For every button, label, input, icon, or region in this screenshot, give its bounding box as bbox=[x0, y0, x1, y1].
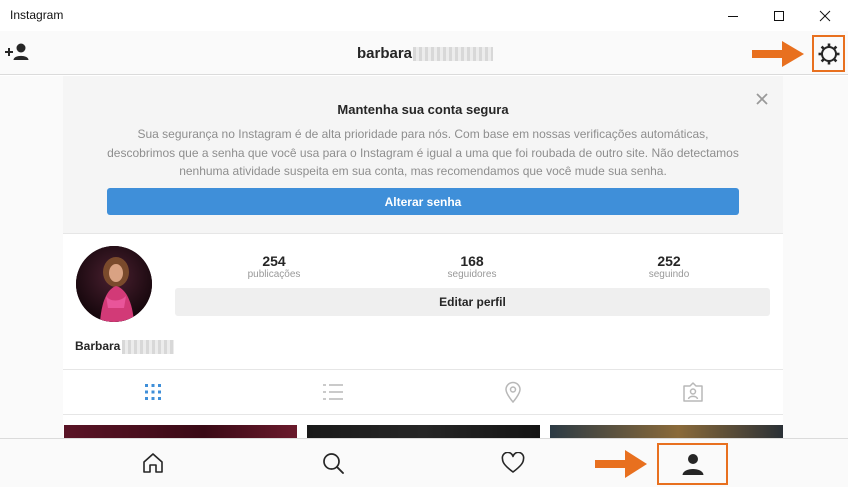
stat-value: 252 bbox=[657, 253, 681, 269]
minimize-button[interactable] bbox=[710, 0, 756, 31]
orange-arrow-icon bbox=[752, 41, 804, 67]
nav-activity[interactable] bbox=[493, 439, 533, 487]
stat-value: 168 bbox=[460, 253, 484, 269]
edit-profile-button[interactable]: Editar perfil bbox=[175, 288, 770, 316]
stat-following[interactable]: 252 seguindo bbox=[609, 253, 729, 280]
post-thumbnail[interactable] bbox=[64, 425, 297, 438]
window-titlebar: Instagram bbox=[0, 0, 848, 31]
close-icon bbox=[819, 10, 831, 21]
app-header: barbara bbox=[0, 31, 848, 75]
profile-column: Mantenha sua conta segura Sua segurança … bbox=[63, 76, 783, 438]
add-person-button[interactable] bbox=[4, 41, 32, 63]
profile-full-name: Barbara bbox=[75, 339, 175, 354]
nav-search[interactable] bbox=[313, 439, 353, 487]
tab-list[interactable] bbox=[243, 370, 423, 414]
profile-content: Mantenha sua conta segura Sua segurança … bbox=[0, 76, 848, 438]
tab-grid[interactable] bbox=[63, 370, 243, 414]
nav-profile[interactable] bbox=[657, 443, 728, 485]
bottom-navigation bbox=[0, 438, 848, 487]
redacted-text bbox=[122, 339, 175, 354]
redacted-text bbox=[413, 47, 494, 62]
stat-label: seguidores bbox=[447, 269, 497, 280]
post-thumbnail[interactable] bbox=[550, 425, 783, 438]
profile-username: barbara bbox=[357, 45, 494, 62]
gear-icon bbox=[818, 43, 839, 64]
stat-label: publicações bbox=[247, 269, 301, 280]
search-icon bbox=[323, 453, 344, 474]
username-text: barbara bbox=[357, 45, 413, 62]
security-alert: Mantenha sua conta segura Sua segurança … bbox=[63, 76, 783, 234]
stat-posts[interactable]: 254 publicações bbox=[214, 253, 334, 280]
minimize-icon bbox=[728, 15, 738, 17]
post-thumbnail[interactable] bbox=[307, 425, 540, 438]
close-window-button[interactable] bbox=[802, 0, 848, 31]
profile-tabs bbox=[63, 369, 783, 415]
close-icon bbox=[756, 93, 768, 105]
profile-photo bbox=[76, 246, 152, 322]
list-icon bbox=[323, 384, 343, 400]
profile-icon bbox=[682, 454, 703, 475]
orange-arrow-icon bbox=[595, 450, 647, 478]
avatar[interactable] bbox=[76, 246, 152, 322]
maximize-icon bbox=[774, 10, 784, 21]
full-name-text: Barbara bbox=[75, 339, 121, 353]
heart-icon bbox=[501, 452, 525, 473]
location-pin-icon bbox=[505, 381, 521, 403]
add-person-icon bbox=[5, 43, 29, 60]
grid-icon bbox=[145, 384, 161, 400]
settings-button[interactable] bbox=[812, 35, 845, 72]
stat-value: 254 bbox=[262, 253, 286, 269]
tagged-photos-icon bbox=[683, 382, 703, 402]
home-icon bbox=[143, 453, 163, 473]
dismiss-alert-button[interactable] bbox=[755, 92, 769, 106]
tab-location[interactable] bbox=[423, 370, 603, 414]
stat-label: seguindo bbox=[648, 269, 690, 280]
tab-tagged[interactable] bbox=[603, 370, 783, 414]
nav-home[interactable] bbox=[133, 439, 173, 487]
alert-message: Sua segurança no Instagram é de alta pri… bbox=[107, 127, 739, 178]
change-password-button[interactable]: Alterar senha bbox=[107, 188, 739, 215]
stat-followers[interactable]: 168 seguidores bbox=[412, 253, 532, 280]
alert-title: Mantenha sua conta segura bbox=[337, 102, 509, 117]
maximize-button[interactable] bbox=[756, 0, 802, 31]
window-title: Instagram bbox=[10, 8, 64, 22]
